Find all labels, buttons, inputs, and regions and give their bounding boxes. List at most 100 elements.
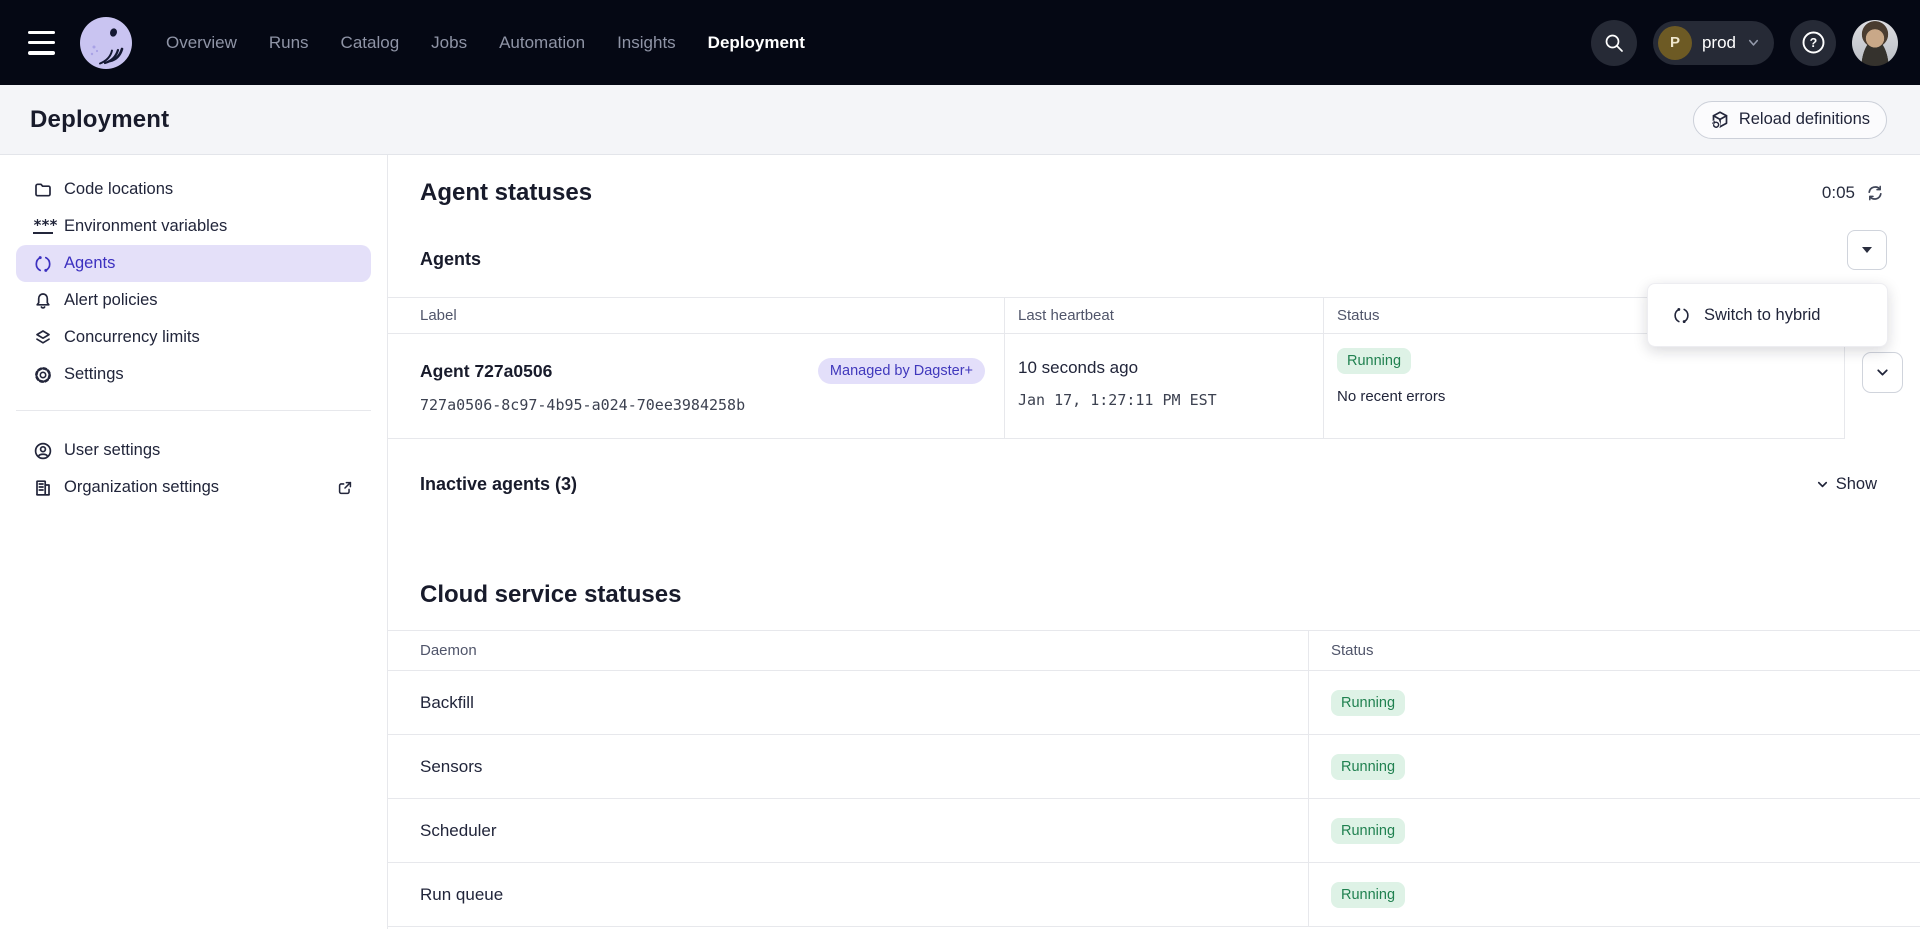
status-badge: Running [1331,754,1405,780]
sidebar-item-code-locations[interactable]: Code locations [16,171,371,208]
reload-definitions-label: Reload definitions [1739,110,1870,129]
caret-down-icon [1862,247,1872,253]
inactive-agents-label: Inactive agents (3) [420,474,577,495]
nav-item-automation[interactable]: Automation [499,33,585,53]
cloud-services-title: Cloud service statuses [420,577,1920,612]
agent-statuses-title: Agent statuses [420,179,592,207]
inactive-agents-row: Inactive agents (3) Show [420,467,1877,502]
daemon-name: Backfill [388,671,1308,735]
agents-subheader: Agents [420,241,1885,277]
sidebar-item-label: Concurrency limits [64,328,200,347]
show-inactive-toggle[interactable]: Show [1815,475,1877,494]
sidebar-item-label: User settings [64,441,160,460]
sidebar-item-settings[interactable]: Settings [16,356,371,393]
primary-nav: Overview Runs Catalog Jobs Automation In… [166,33,805,53]
sidebar-item-label: Environment variables [64,217,227,236]
menu-item-switch-to-hybrid[interactable]: Switch to hybrid [1672,306,1820,325]
status-badge: Running [1337,348,1411,374]
agent-name: Agent 727a0506 [420,361,552,382]
chevron-down-icon [1815,477,1830,492]
deployment-sidebar: Code locations *** Environment variables… [0,155,388,929]
status-badge: Running [1331,818,1405,844]
sidebar-item-label: Code locations [64,180,173,199]
status-note: No recent errors [1337,388,1844,405]
daemon-status-cell: Running [1308,671,1920,735]
help-button[interactable]: ? [1790,20,1836,66]
agent-row-expand-button[interactable] [1862,352,1903,393]
page-title: Deployment [30,106,169,134]
chevron-down-icon [1746,35,1761,50]
agents-heading: Agents [420,249,481,270]
folder-icon [33,180,53,200]
menu-item-label: Switch to hybrid [1704,306,1820,325]
layers-icon [33,328,53,348]
dagster-logo-icon[interactable] [80,17,132,69]
nav-item-overview[interactable]: Overview [166,33,237,53]
column-header-last-heartbeat: Last heartbeat [1004,298,1323,334]
refresh-icon[interactable] [1865,183,1885,203]
agent-icon [33,254,53,274]
bell-icon [33,291,53,311]
cloud-services-table: Daemon Status Backfill Running Sensors R… [388,630,1920,927]
page-header: Deployment Reload definitions [0,85,1920,155]
column-header-daemon: Daemon [388,631,1308,671]
top-navigation: Overview Runs Catalog Jobs Automation In… [0,0,1920,85]
deployment-initial-badge: P [1658,26,1692,60]
agent-id: 727a0506-8c97-4b95-a024-70ee3984258b [420,396,985,414]
column-header-status: Status [1308,631,1920,671]
daemon-name: Run queue [388,863,1308,927]
agent-heartbeat-cell: 10 seconds ago Jan 17, 1:27:11 PM EST [1004,334,1323,438]
sidebar-item-agents[interactable]: Agents [16,245,371,282]
sidebar-item-user-settings[interactable]: User settings [16,432,371,469]
sidebar-item-alert-policies[interactable]: Alert policies [16,282,371,319]
status-badge: Running [1331,690,1405,716]
agent-status-cell: Running No recent errors [1323,334,1844,438]
sidebar-item-label: Settings [64,365,124,384]
env-vars-icon: *** [33,220,53,234]
sidebar-item-environment-variables[interactable]: *** Environment variables [16,208,371,245]
user-avatar[interactable] [1852,20,1898,66]
deployment-switcher[interactable]: P prod [1653,21,1774,65]
search-button[interactable] [1591,20,1637,66]
reload-package-icon [1710,110,1730,130]
nav-item-jobs[interactable]: Jobs [431,33,467,53]
agent-icon [1672,306,1691,325]
heartbeat-timestamp: Jan 17, 1:27:11 PM EST [1018,391,1323,409]
heartbeat-relative: 10 seconds ago [1018,358,1323,378]
main-content: Agent statuses 0:05 Agents [388,155,1920,929]
daemon-status-cell: Running [1308,863,1920,927]
agent-statuses-header: Agent statuses 0:05 [420,175,1885,211]
nav-item-deployment[interactable]: Deployment [708,33,805,53]
nav-right-controls: P prod ? [1591,20,1920,66]
sidebar-item-organization-settings[interactable]: Organization settings [16,469,371,506]
nav-item-insights[interactable]: Insights [617,33,676,53]
sidebar-item-label: Organization settings [64,478,219,497]
svg-text:?: ? [1809,36,1817,50]
agent-label-cell: Agent 727a0506 Managed by Dagster+ 727a0… [388,334,1004,438]
daemon-name: Scheduler [388,799,1308,863]
daemon-name: Sensors [388,735,1308,799]
daemon-status-cell: Running [1308,735,1920,799]
external-link-icon [336,479,354,497]
sidebar-divider [16,410,371,411]
sidebar-item-label: Alert policies [64,291,158,310]
hamburger-menu-button[interactable] [28,31,58,55]
agents-menu-popover: Switch to hybrid [1647,283,1888,347]
show-toggle-label: Show [1836,475,1877,494]
sidebar-item-label: Agents [64,254,115,273]
column-header-label: Label [388,298,1004,334]
deployment-name: prod [1702,33,1736,53]
building-icon [33,478,53,498]
search-icon [1603,32,1625,54]
chevron-down-icon [1874,364,1891,381]
nav-item-catalog[interactable]: Catalog [341,33,400,53]
gear-icon [33,365,53,385]
refresh-timer: 0:05 [1822,183,1885,203]
refresh-countdown: 0:05 [1822,183,1855,203]
nav-item-runs[interactable]: Runs [269,33,309,53]
daemon-status-cell: Running [1308,799,1920,863]
sidebar-item-concurrency-limits[interactable]: Concurrency limits [16,319,371,356]
agents-menu-trigger-button[interactable] [1847,230,1887,270]
reload-definitions-button[interactable]: Reload definitions [1693,101,1887,139]
agents-table: Label Last heartbeat Status Agent 727a05… [388,297,1845,439]
